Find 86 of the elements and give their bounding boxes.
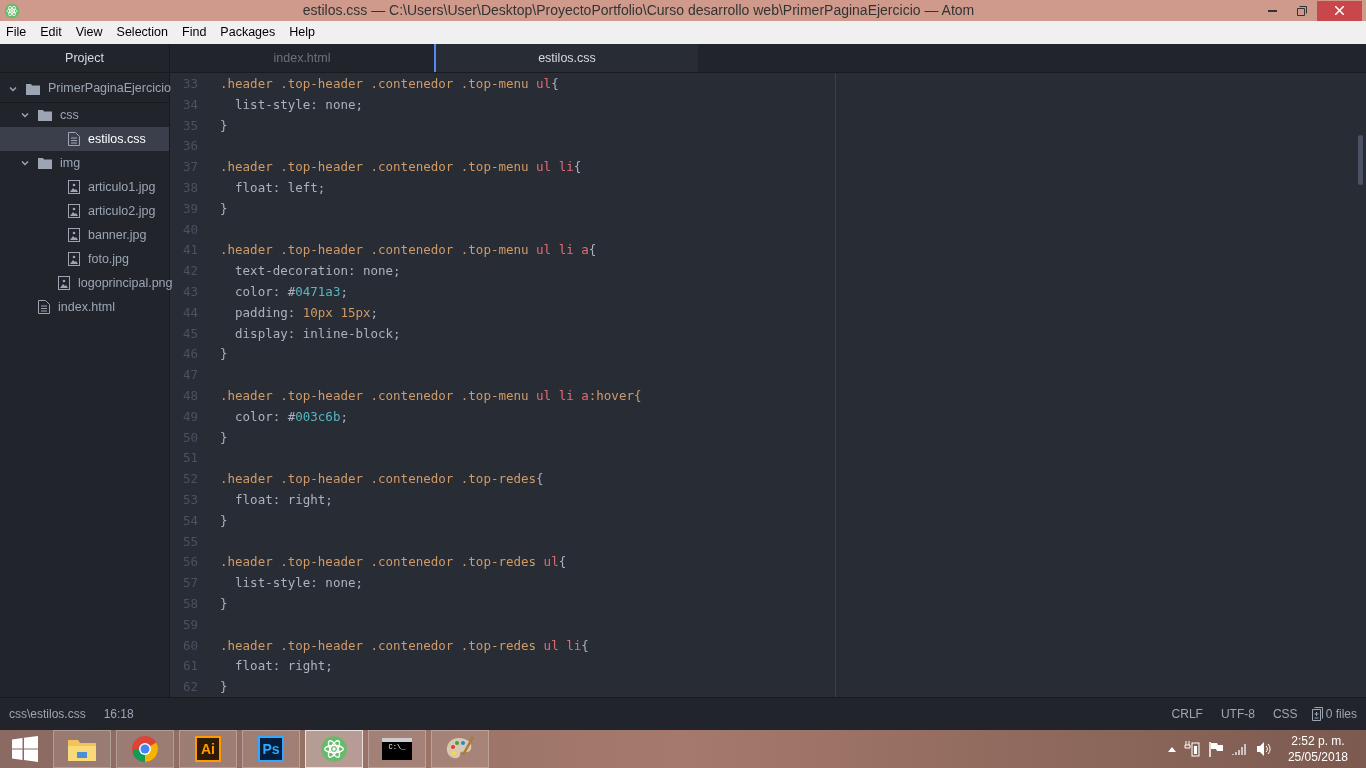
windows-logo-icon (12, 736, 38, 762)
folder-icon (38, 109, 52, 121)
tree-item[interactable]: articulo2.jpg (0, 199, 169, 223)
atom-logo-icon (4, 2, 20, 19)
code-line: list-style: none; (234, 574, 363, 593)
line-ending[interactable]: CRLF (1171, 705, 1203, 723)
taskbar-app-button[interactable] (431, 730, 489, 768)
chevron-down-icon (20, 110, 30, 120)
image-file-icon (68, 180, 80, 194)
grammar-selector[interactable]: CSS (1272, 705, 1298, 723)
code-line: .header .top-header .contenedor .top-redes ul{ (220, 553, 567, 572)
sidebar-title: Project (0, 44, 169, 73)
tree-item[interactable]: css (0, 103, 169, 127)
code-line: color: #0471a3; (234, 283, 348, 301)
tree-item[interactable]: index.html (0, 295, 169, 319)
clock-date[interactable]: 25/05/2018 (1287, 749, 1348, 765)
close-icon (1335, 6, 1344, 15)
chevron-down-icon (20, 158, 30, 168)
scrollbar-thumb[interactable] (1358, 135, 1363, 185)
menu-item[interactable]: Help (289, 23, 315, 42)
image-file-icon (68, 204, 80, 218)
tree-item[interactable]: img (0, 151, 169, 175)
code-line: color: #003c6b; (234, 407, 348, 426)
code-line: .header .top-header .contenedor .top-redes{ (220, 470, 544, 489)
text-file-icon (68, 132, 80, 146)
menu-item[interactable]: Edit (40, 23, 62, 42)
code-line: padding: 10px 15px; (234, 303, 379, 322)
code-line: } (220, 428, 228, 447)
menu-item[interactable]: File (6, 23, 27, 42)
code-line: text-decoration: none; (234, 262, 401, 281)
code-line: .header .top-header .contenedor .top-menu ul{ (220, 75, 559, 93)
code-line: list-style: none; (234, 95, 363, 114)
image-file-icon (68, 228, 80, 242)
caret-up-icon[interactable] (1167, 746, 1176, 752)
tree-item[interactable]: foto.jpg (0, 247, 169, 271)
tree-item[interactable]: banner.jpg (0, 223, 169, 247)
speaker-icon[interactable] (1255, 741, 1272, 757)
tree-item[interactable]: estilos.css (0, 127, 169, 151)
taskbar-app-button[interactable] (53, 730, 111, 768)
folder-icon (26, 82, 40, 95)
code-line: } (220, 345, 228, 364)
code-line: } (220, 116, 228, 135)
file-path[interactable]: css\estilos.css (9, 705, 86, 723)
close-button[interactable] (1317, 0, 1362, 21)
text-file-icon (38, 300, 50, 314)
code-line: .header .top-header .contenedor .top-menu ul li a{ (220, 241, 597, 260)
window-title: estilos.css — C:\Users\User\Desktop\ProyectoPortfolio\Curso desarrollo web\PrimerPaginaEjercicio — Atom (301, 1, 976, 20)
tree-item[interactable]: articulo1.jpg (0, 175, 169, 199)
code-line: } (220, 199, 228, 218)
code-line: display: inline-block; (234, 324, 401, 343)
signal-bars-icon[interactable] (1231, 742, 1248, 756)
photoshop-logo-icon: Ps (258, 736, 284, 762)
folder-icon (38, 157, 52, 169)
taskbar-app-button[interactable] (116, 730, 174, 768)
cursor-position[interactable]: 16:18 (103, 705, 134, 723)
file-diff-icon (1311, 707, 1323, 721)
code-line: .header .top-header .contenedor .top-redes ul li{ (220, 636, 589, 655)
file-encoding[interactable]: UTF-8 (1220, 705, 1255, 723)
code-line: .header .top-header .contenedor .top-menu ul li{ (220, 158, 582, 177)
minimize-icon (1267, 9, 1277, 12)
clock-time[interactable]: 2:52 p. m. (1291, 733, 1345, 749)
code-line: float: right; (234, 657, 333, 676)
menu-item[interactable]: Packages (220, 23, 276, 42)
menu-item[interactable]: Find (182, 23, 207, 42)
code-line: float: right; (234, 490, 333, 509)
code-line: float: left; (234, 179, 326, 197)
code-line: } (220, 594, 228, 613)
menu-item[interactable]: View (75, 23, 103, 42)
tree-item[interactable]: PrimerPaginaEjercicio (0, 75, 169, 103)
git-files-count[interactable]: 0 files (1325, 705, 1357, 723)
battery-icon[interactable] (1183, 741, 1200, 757)
restore-icon (1297, 5, 1307, 16)
code-line: } (220, 511, 228, 530)
browser-logo-icon (131, 735, 159, 763)
taskbar-app-button[interactable]: Ai (179, 730, 237, 768)
image-file-icon (68, 252, 80, 266)
menu-item[interactable]: Selection (116, 23, 168, 42)
illustrator-logo-icon: Ai (195, 736, 221, 762)
code-line: } (220, 678, 228, 697)
code-line: .header .top-header .contenedor .top-menu ul li a:hover{ (220, 386, 642, 405)
atom-logo-icon (320, 735, 348, 763)
image-file-icon (58, 276, 70, 290)
flag-icon[interactable] (1207, 741, 1224, 757)
taskbar-app-button[interactable]: Ps (242, 730, 300, 768)
editor-tab[interactable]: estilos.css (434, 44, 698, 72)
taskbar-app-button[interactable] (305, 730, 363, 768)
